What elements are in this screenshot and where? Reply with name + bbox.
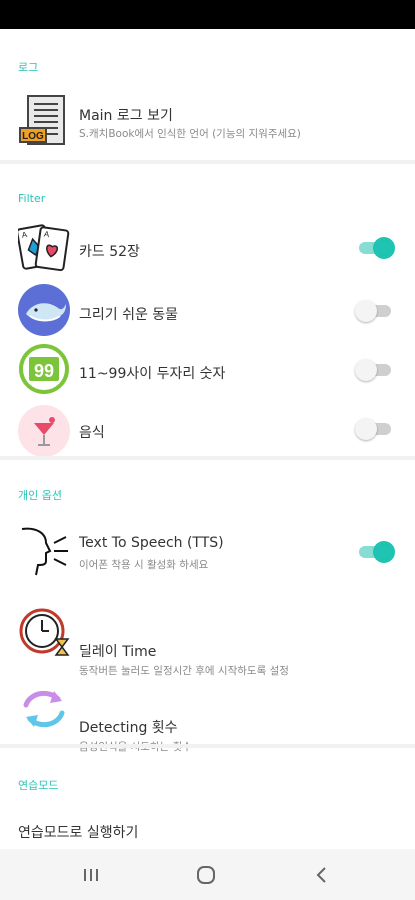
filter-label: 11~99사이 두자리 숫자 <box>79 366 226 382</box>
filter-label: 그리기 쉬운 동물 <box>79 307 179 323</box>
option-tts-row[interactable]: Text To Speech (TTS) 이어폰 착용 시 활성화 하세요 <box>0 519 415 595</box>
cocktail-icon <box>18 405 70 457</box>
toggle-knob <box>373 237 395 259</box>
option-subtitle: 동작버튼 눌러도 일정시간 후에 시작하도록 설정 <box>79 665 289 677</box>
toggle-knob <box>355 418 377 440</box>
option-title: Detecting 횟수 <box>79 720 178 736</box>
section-header-personal: 개인 옵션 <box>18 489 62 502</box>
filter-item-cards[interactable]: A A 카드 52장 <box>0 219 415 281</box>
option-toggle-tts[interactable] <box>357 541 395 563</box>
main-log-row[interactable]: LOG Main 로그 보기 S.캐치Book에서 인식한 언어 (기능의 지워… <box>0 84 415 160</box>
clock-hourglass-icon <box>18 605 70 657</box>
toggle-knob <box>355 359 377 381</box>
option-delay-row[interactable]: 딜레이 Time 동작버튼 눌러도 일정시간 후에 시작하도록 설정 <box>0 603 415 679</box>
number-icon-text: 99 <box>34 361 54 381</box>
divider <box>0 456 415 460</box>
filter-toggle-animals[interactable] <box>355 300 393 322</box>
practice-mode-title: 연습모드로 실행하기 <box>18 825 139 841</box>
filter-toggle-cards[interactable] <box>357 237 395 259</box>
filter-label: 음식 <box>79 425 105 441</box>
playing-cards-icon: A A <box>16 221 70 273</box>
log-document-icon: LOG <box>18 94 70 146</box>
number-99-icon: 99 <box>18 343 70 395</box>
filter-item-numbers[interactable]: 99 11~99사이 두자리 숫자 <box>0 343 415 405</box>
system-navigation-bar <box>0 849 415 900</box>
main-log-subtitle: S.캐치Book에서 인식한 언어 (기능의 지워주세요) <box>79 128 301 140</box>
settings-list[interactable]: 로그 LOG Main 로그 보기 S.캐치Book에서 인식한 언어 (기능의… <box>0 29 415 849</box>
log-icon-text: LOG <box>22 131 44 142</box>
filter-toggle-food[interactable] <box>355 418 393 440</box>
speaking-head-icon <box>18 525 70 577</box>
whale-icon <box>18 284 70 336</box>
filter-item-food[interactable]: 음식 <box>0 405 415 459</box>
home-icon[interactable] <box>194 863 218 887</box>
main-log-title: Main 로그 보기 <box>79 108 173 124</box>
section-header-filter: Filter <box>18 192 46 205</box>
filter-toggle-numbers[interactable] <box>355 359 393 381</box>
back-icon[interactable] <box>310 863 334 887</box>
divider <box>0 744 415 748</box>
option-title: 딜레이 Time <box>79 644 157 660</box>
section-header-log: 로그 <box>18 61 39 74</box>
option-subtitle: 이어폰 착용 시 활성화 하세요 <box>79 559 209 571</box>
filter-item-animals[interactable]: 그리기 쉬운 동물 <box>0 281 415 343</box>
recent-apps-icon[interactable] <box>79 863 103 887</box>
refresh-arrows-icon <box>18 683 70 735</box>
toggle-knob <box>355 300 377 322</box>
divider <box>0 160 415 164</box>
practice-mode-row[interactable]: 연습모드로 실행하기 <box>0 814 415 849</box>
section-header-practice: 연습모드 <box>18 779 59 792</box>
status-bar <box>0 0 415 29</box>
toggle-knob <box>373 541 395 563</box>
option-title: Text To Speech (TTS) <box>79 535 224 551</box>
filter-label: 카드 52장 <box>79 244 140 260</box>
